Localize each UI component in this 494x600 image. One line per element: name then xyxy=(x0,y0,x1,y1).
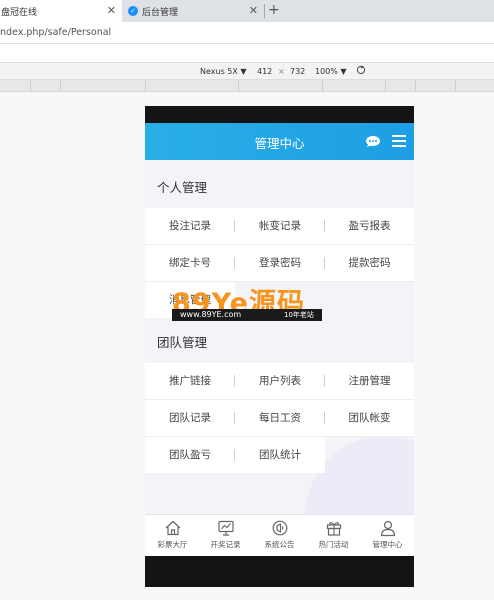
dimension-separator: × xyxy=(278,67,285,76)
menu-item-registration[interactable]: 注册管理 xyxy=(325,363,414,399)
bottom-nav: 彩票大厅 开奖记录 系统公告 热门活动 管理中心 xyxy=(145,514,414,556)
menu-item-bind-card[interactable]: 绑定卡号 xyxy=(145,245,235,281)
nav-promotions[interactable]: 热门活动 xyxy=(307,519,360,550)
chart-monitor-icon xyxy=(217,520,234,536)
new-tab-button[interactable]: + xyxy=(268,2,280,18)
phone-viewport: 管理中心 个人管理 投注记录 帐变记录 盈亏报表 绑定卡号 登录密码 提款密码 … xyxy=(145,106,414,587)
tab-title: 后台管理 xyxy=(142,7,179,18)
menu-item-team-records[interactable]: 团队记录 xyxy=(145,400,235,436)
menu-item-daily-wage[interactable]: 每日工资 xyxy=(235,400,325,436)
zoom-select[interactable]: 100% ▼ xyxy=(315,67,347,76)
notice-icon xyxy=(272,520,287,536)
browser-tab-bar: 盘冠在线 ✕ ✓ 后台管理 ✕ + xyxy=(0,0,494,22)
personal-section-title: 个人管理 xyxy=(145,168,414,208)
nav-announcements[interactable]: 系统公告 xyxy=(253,519,306,550)
user-icon xyxy=(380,520,395,537)
watermark-subtext: 10年老站 xyxy=(284,311,314,319)
menu-row: 投注记录 帐变记录 盈亏报表 xyxy=(145,208,414,244)
tab-divider xyxy=(264,4,265,18)
close-tab-icon[interactable]: ✕ xyxy=(107,4,116,17)
menu-item-user-list[interactable]: 用户列表 xyxy=(235,363,325,399)
menu-item-promo-link[interactable]: 推广链接 xyxy=(145,363,235,399)
gift-icon xyxy=(326,521,341,536)
nav-lottery-hall[interactable]: 彩票大厅 xyxy=(146,519,199,550)
chat-icon[interactable] xyxy=(365,135,381,148)
height-field[interactable]: 732 xyxy=(290,67,305,76)
status-bar xyxy=(145,106,414,123)
app-header: 管理中心 xyxy=(145,123,414,160)
menu-item-login-password[interactable]: 登录密码 xyxy=(235,245,325,281)
browser-tab-1[interactable]: 盘冠在线 ✕ xyxy=(0,0,122,22)
nav-draw-records[interactable]: 开奖记录 xyxy=(199,519,252,550)
menu-item-team-profit[interactable]: 团队盈亏 xyxy=(145,437,235,473)
team-section-title: 团队管理 xyxy=(145,323,414,363)
favicon-icon: ✓ xyxy=(128,6,138,16)
tab-title: 盘冠在线 xyxy=(1,7,38,18)
menu-row: 绑定卡号 登录密码 提款密码 xyxy=(145,245,414,281)
watermark-logo: 89Ye源码 www.89YE.com 10年老站 xyxy=(172,281,322,321)
menu-item-account-changes[interactable]: 帐变记录 xyxy=(235,208,325,244)
nav-management-center[interactable]: 管理中心 xyxy=(361,519,414,550)
menu-row: 推广链接 用户列表 注册管理 xyxy=(145,363,414,399)
url-text[interactable]: ndex.php/safe/Personal xyxy=(0,27,111,38)
address-bar[interactable]: ndex.php/safe/Personal xyxy=(0,22,494,44)
close-tab-icon[interactable]: ✕ xyxy=(249,4,258,17)
system-nav-bar xyxy=(145,556,414,587)
device-toolbar: Nexus 5X ▼ 412 × 732 100% ▼ xyxy=(0,62,494,80)
menu-item-team-account-changes[interactable]: 团队帐变 xyxy=(325,400,414,436)
menu-item-withdraw-password[interactable]: 提款密码 xyxy=(325,245,414,281)
menu-icon[interactable] xyxy=(392,134,408,148)
rotate-icon[interactable] xyxy=(356,65,366,77)
device-select[interactable]: Nexus 5X ▼ xyxy=(200,67,247,76)
home-icon xyxy=(165,520,180,536)
menu-row: 团队盈亏 团队统计 xyxy=(145,437,414,473)
menu-item-profit-report[interactable]: 盈亏报表 xyxy=(325,208,414,244)
browser-tab-2[interactable]: ✓ 后台管理 ✕ xyxy=(122,0,264,22)
menu-row: 团队记录 每日工资 团队帐变 xyxy=(145,400,414,436)
width-field[interactable]: 412 xyxy=(257,67,272,76)
media-query-ruler xyxy=(0,80,494,92)
menu-item-bet-records[interactable]: 投注记录 xyxy=(145,208,235,244)
menu-item-team-stats[interactable]: 团队统计 xyxy=(235,437,325,473)
watermark-url: www.89YE.com xyxy=(180,310,242,319)
